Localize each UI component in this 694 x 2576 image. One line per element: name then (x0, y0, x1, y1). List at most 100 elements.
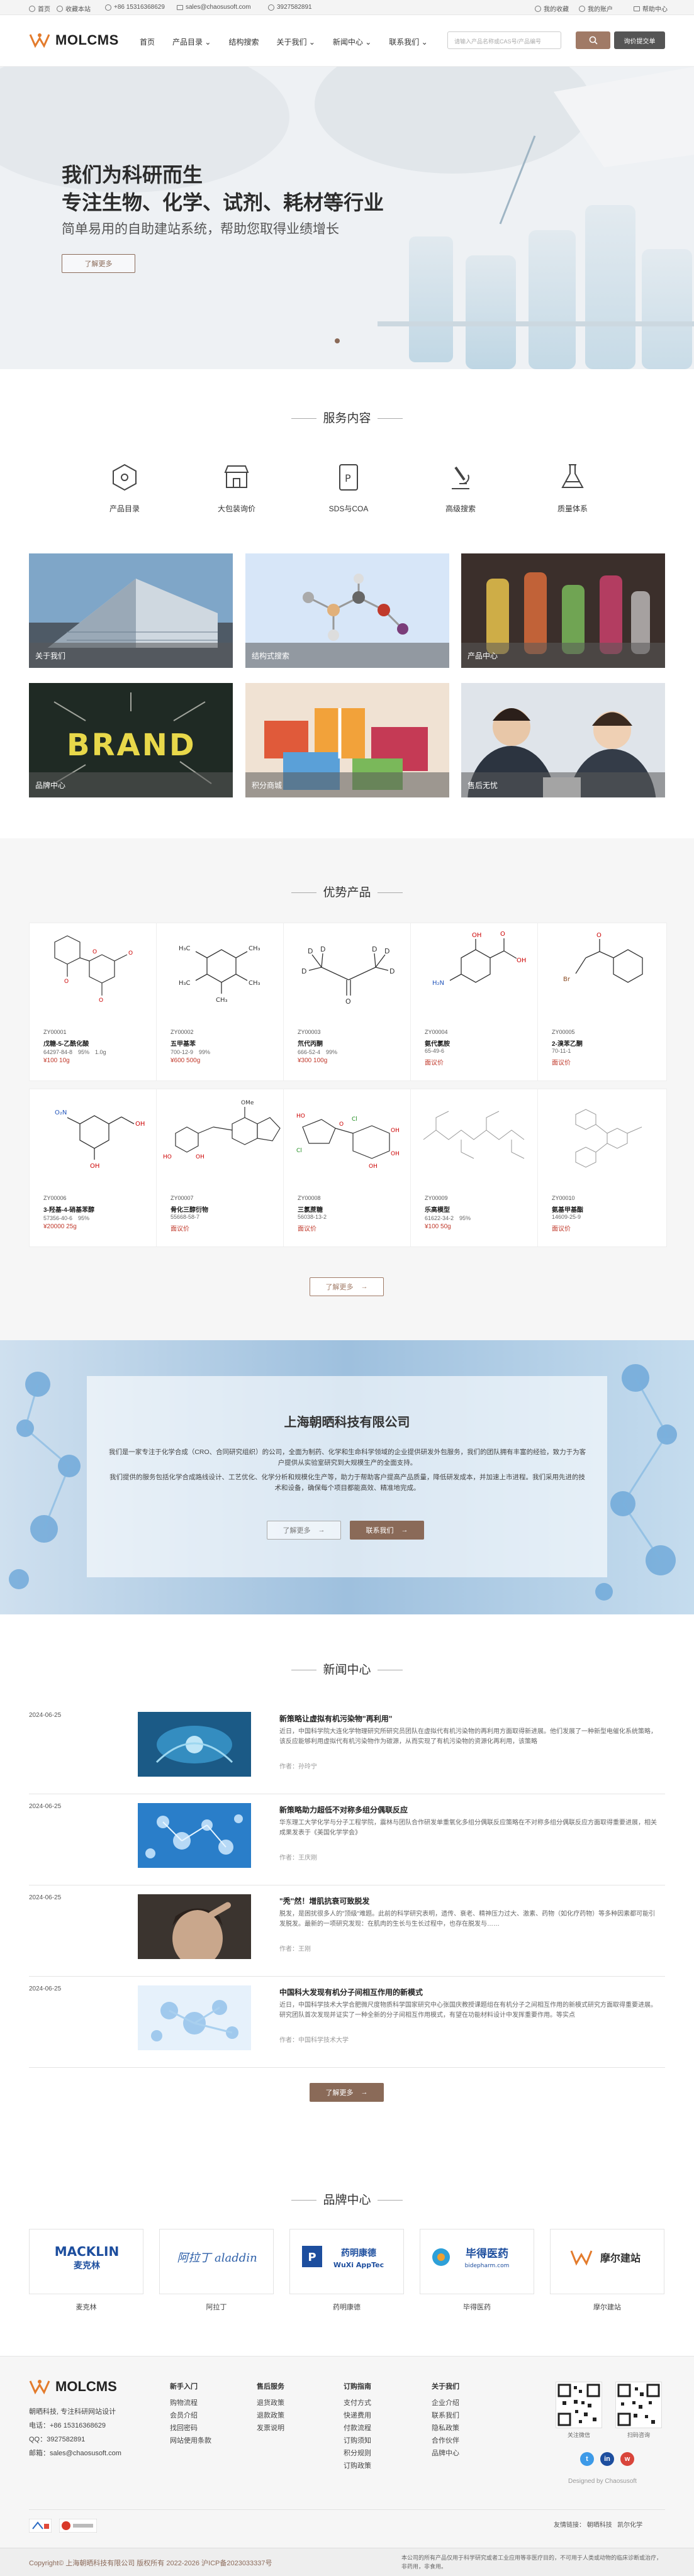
about-more-button[interactable]: 了解更多 → (267, 1521, 341, 1540)
nav-item-contact[interactable]: 联系我们 ⌄ (380, 36, 436, 47)
product-card[interactable]: OH O₂N OH ZY00006 3-羟基-4-硝基苯醇 57356-40-6 9… (29, 1089, 159, 1247)
brand-name: 药明康德 (333, 2304, 361, 2311)
product-card[interactable]: ZY00010 氨基甲基酯 14609-25-9 面议价 (537, 1089, 667, 1247)
svg-text:HO: HO (163, 1154, 172, 1160)
product-card[interactable]: H₃C CH₃ H₃C CH₃ CH₃ ZY00002 五甲基苯 700-12-9 99… (156, 923, 286, 1081)
home-link[interactable]: 首页 (29, 4, 50, 13)
copyright-text: Copyright© 上海朝晒科技有限公司 版权所有 2022-2026 沪IC… (29, 2560, 272, 2567)
news-item[interactable]: 2024-06-25 新策略助力超低不对称多组分偶联反应 华东理工大学化学与分子… (29, 1797, 665, 1885)
product-card[interactable]: HO OH OMe ZY00007 骨化三醇衍物 55668-58-7 面议价 (156, 1089, 286, 1247)
service-quality-system[interactable]: 质量体系 (541, 461, 604, 514)
footer-col-order-guide: 订购指南 支付方式 快递费用 付款流程 订购须知 积分规则 订购政策 (344, 2380, 371, 2472)
footer-divider (29, 2509, 665, 2510)
search-input[interactable]: 请输入产品名称或CAS号/产品编号 (447, 31, 561, 49)
svg-text:bidepharm.com: bidepharm.com (465, 2263, 510, 2269)
brand-card-molcms[interactable]: 摩尔建站 (550, 2229, 664, 2294)
svg-text:OH: OH (90, 1163, 99, 1170)
footer-link[interactable]: 企业介绍 (432, 2397, 459, 2409)
footer-link[interactable]: 隐私政策 (432, 2422, 459, 2434)
footer-link[interactable]: 发票说明 (257, 2422, 284, 2434)
structure-image: OH O OH H₂N (432, 931, 526, 987)
svg-text:O: O (596, 932, 602, 939)
brand-card-bide[interactable]: 毕得医药 bidepharm.com (420, 2229, 534, 2294)
svg-text:药明康德: 药明康德 (341, 2248, 376, 2258)
nav-item-products[interactable]: 产品目录 ⌄ (164, 36, 220, 47)
svg-text:OH: OH (135, 1121, 145, 1128)
nav-item-structure-search[interactable]: 结构搜索 (220, 36, 267, 47)
chevron-down-icon: ⌄ (204, 38, 211, 47)
my-account-link[interactable]: 我的账户 (579, 4, 613, 13)
brand-logo: 阿拉丁 aladdin (160, 2241, 274, 2273)
friend-link[interactable]: 凯尔化学 (617, 2522, 642, 2529)
footer-link[interactable]: 积分规则 (344, 2447, 371, 2460)
brand-card-aladdin[interactable]: 阿拉丁 aladdin (159, 2229, 274, 2294)
qr-label: 扫码咨询 (627, 2432, 650, 2438)
tile-product-center[interactable]: 产品中心 (461, 553, 665, 668)
service-bulk-inquiry[interactable]: 大包装询价 (205, 461, 268, 514)
tile-brand-center[interactable]: BRAND 品牌中心 (29, 683, 233, 797)
help-icon (634, 6, 640, 11)
svg-text:阿拉丁 aladdin: 阿拉丁 aladdin (177, 2251, 257, 2265)
product-card[interactable]: OH O OH H₂N ZY00004 氨代氯胺 65-49-6 面议价 (410, 923, 540, 1081)
product-card[interactable]: OOOO ZY00001 戊糖-5-乙酰化酸 64297-84-8 95% 1.… (29, 923, 159, 1081)
svg-text:O: O (345, 997, 351, 1006)
footer-link[interactable]: 付款流程 (344, 2422, 371, 2434)
product-card[interactable]: DDDDDDO ZY00003 氘代丙酮 666-52-4 99% ¥300 1… (283, 923, 413, 1081)
search-button[interactable] (576, 31, 610, 49)
linkedin-icon[interactable]: in (600, 2452, 614, 2466)
service-sds-coa[interactable]: P SDS与COA (317, 461, 380, 514)
footer-link[interactable]: 支付方式 (344, 2397, 371, 2409)
twitter-icon[interactable]: t (580, 2452, 594, 2466)
product-card[interactable]: O Br ZY00005 2-溴苯乙酮 70-11-1 面议价 (537, 923, 667, 1081)
weibo-icon[interactable]: w (620, 2452, 634, 2466)
friend-link[interactable]: 朝晒科技 (587, 2522, 612, 2529)
news-item[interactable]: 2024-06-25 "秃"然！增肌抗衰可致脱发 脱发，是困扰很多人的"顶级"难… (29, 1888, 665, 1977)
footer-link[interactable]: 找回密码 (170, 2422, 211, 2434)
service-advanced-search[interactable]: 高级搜索 (429, 461, 492, 514)
footer-link[interactable]: 会员介绍 (170, 2409, 211, 2422)
tile-about-us[interactable]: 关于我们 (29, 553, 233, 668)
tile-after-sales[interactable]: 售后无忧 (461, 683, 665, 797)
footer-link[interactable]: 网站使用条款 (170, 2434, 211, 2447)
news-more-button[interactable]: 了解更多 → (310, 2083, 384, 2102)
my-favorites-link[interactable]: 我的收藏 (535, 4, 569, 13)
news-item[interactable]: 2024-06-25 新策略让虚拟有机污染物"再利用" 近日，中国科学院大连化学… (29, 1706, 665, 1794)
svg-text:H₃C: H₃C (179, 980, 191, 987)
footer-link[interactable]: 订购政策 (344, 2460, 371, 2472)
footer-link[interactable]: 订购须知 (344, 2434, 371, 2447)
nav-item-news[interactable]: 新闻中心 ⌄ (324, 36, 380, 47)
footer-link[interactable]: 购物流程 (170, 2397, 211, 2409)
tile-points-mall[interactable]: 积分商城 (245, 683, 449, 797)
tile-structure-search[interactable]: 结构式搜索 (245, 553, 449, 668)
favorite-link[interactable]: 收藏本站 (57, 4, 91, 13)
help-link[interactable]: 帮助中心 (634, 4, 668, 13)
products-more-button[interactable]: 了解更多 → (310, 1277, 384, 1296)
disclaimer-text: 本公司的所有产品仅用于科学研究或者工业应用等非医疗目的，不可用于人类或动物的临床… (401, 2555, 663, 2570)
designed-by: Designed by Chaosusoft (568, 2478, 637, 2485)
footer-logo[interactable]: MOLCMS (29, 2379, 117, 2395)
brand-card-wuxi[interactable]: P 药明康德 WuXi AppTec (289, 2229, 404, 2294)
hero-more-button[interactable]: 了解更多 (62, 254, 135, 273)
nav-item-home[interactable]: 首页 (131, 36, 164, 47)
svg-text:D: D (372, 945, 377, 953)
about-title: 上海朝晒科技有限公司 (284, 1416, 410, 1430)
copyright-bar: Copyright© 上海朝晒科技有限公司 版权所有 2022-2026 沪IC… (0, 2548, 694, 2576)
footer-link[interactable]: 联系我们 (432, 2409, 459, 2422)
arrow-right-icon: → (401, 1526, 408, 1534)
about-contact-button[interactable]: 联系我们 → (350, 1521, 424, 1540)
footer-link[interactable]: 合作伙伴 (432, 2434, 459, 2447)
footer-link[interactable]: 品牌中心 (432, 2447, 459, 2460)
nav-item-about[interactable]: 关于我们 ⌄ (267, 36, 323, 47)
product-card[interactable]: HO O OH OH OH Cl Cl ZY00008 三氯蔗糖 56038-13-2 面议… (283, 1089, 413, 1247)
footer-link[interactable]: 退货政策 (257, 2397, 284, 2409)
request-list-button[interactable]: 询价提交单 (614, 31, 665, 49)
footer-link[interactable]: 退款政策 (257, 2409, 284, 2422)
product-card[interactable]: ZY00009 乐高模型 61622-34-2 95% ¥100 50g (410, 1089, 540, 1247)
news-item[interactable]: 2024-06-25 中国科大发现有机分子间相互作用的新模式 近日，中国科学技术… (29, 1979, 665, 2068)
footer-link[interactable]: 快递费用 (344, 2409, 371, 2422)
svg-text:OH: OH (196, 1154, 204, 1160)
brand-card-macklin[interactable]: MACKLIN 麦克林 (29, 2229, 143, 2294)
email-info[interactable]: sales@chaosusoft.com (177, 4, 251, 11)
service-product-catalog[interactable]: 产品目录 (93, 461, 156, 514)
site-logo[interactable]: MOLCMS (29, 32, 119, 48)
